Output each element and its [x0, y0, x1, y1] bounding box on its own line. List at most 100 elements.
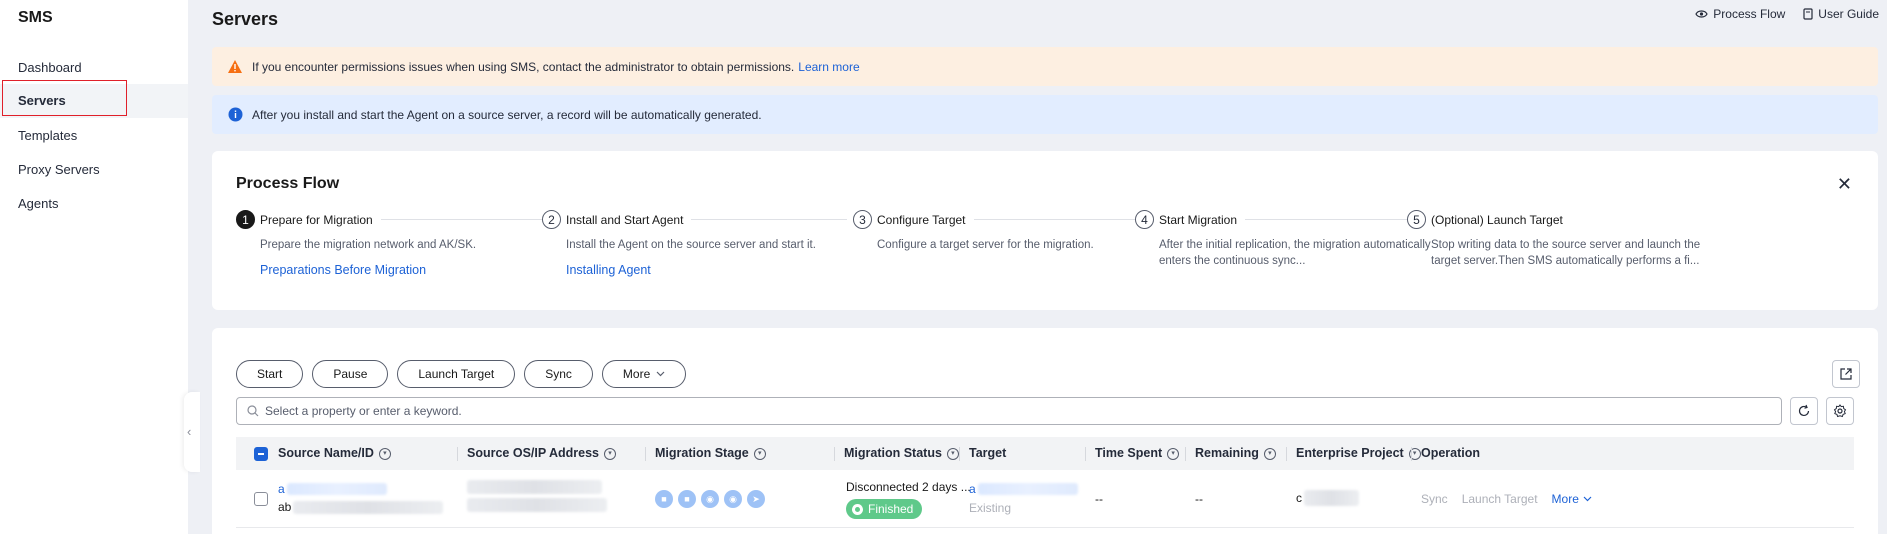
- step-label: Install and Start Agent: [566, 212, 684, 227]
- pause-button[interactable]: Pause: [312, 360, 389, 388]
- flow-step-4: 4 Start Migration After the initial repl…: [1135, 210, 1434, 269]
- stage-configure-icon: ◉: [701, 490, 719, 508]
- column-target: Target: [959, 437, 1007, 470]
- target-link[interactable]: a: [969, 482, 976, 496]
- start-button[interactable]: Start: [236, 360, 304, 388]
- column-label: Time Spent: [1095, 446, 1163, 460]
- step-connector: [1245, 219, 1412, 220]
- column-enterprise-project[interactable]: Enterprise Project ▾: [1286, 437, 1421, 470]
- user-guide-label: User Guide: [1818, 7, 1879, 21]
- user-guide-link[interactable]: User Guide: [1803, 7, 1879, 21]
- redacted-project: [1304, 490, 1359, 506]
- source-name-link[interactable]: a: [278, 482, 285, 496]
- sort-icon[interactable]: ▾: [753, 447, 766, 460]
- export-button[interactable]: [1832, 360, 1860, 388]
- table-header: Source Name/ID ▾ Source OS/IP Address ▾ …: [236, 437, 1854, 470]
- column-divider: [1411, 447, 1412, 461]
- enterprise-project-cell: c: [1296, 490, 1359, 506]
- sidebar-item-dashboard[interactable]: Dashboard: [0, 51, 188, 85]
- source-os-cell: [467, 480, 607, 512]
- step-number: 5: [1407, 210, 1426, 229]
- sidebar-item-agents[interactable]: Agents: [0, 187, 188, 221]
- source-id-text: ab: [278, 500, 292, 514]
- stage-progress: ■ ■ ◉ ◉ ➤: [655, 490, 765, 508]
- launch-target-button[interactable]: Launch Target: [397, 360, 516, 388]
- learn-more-link[interactable]: Learn more: [798, 60, 859, 74]
- step-description: After the initial replication, the migra…: [1159, 239, 1431, 267]
- sidebar-brand: SMS: [18, 9, 53, 26]
- step-number: 4: [1135, 210, 1154, 229]
- table-settings-button[interactable]: [1826, 397, 1854, 425]
- info-text: After you install and start the Agent on…: [252, 107, 762, 122]
- step-label: Configure Target: [877, 212, 966, 227]
- flow-step-5: 5 (Optional) Launch Target Stop writing …: [1407, 210, 1706, 269]
- sidebar: SMS Dashboard Servers Templates Proxy Se…: [0, 0, 188, 534]
- column-time-spent[interactable]: Time Spent ▾: [1085, 437, 1180, 470]
- search-input[interactable]: [265, 404, 1781, 418]
- sidebar-item-proxy-servers[interactable]: Proxy Servers: [0, 153, 188, 187]
- row-sync-action[interactable]: Sync: [1421, 492, 1448, 506]
- book-icon: [1803, 8, 1813, 20]
- more-button[interactable]: More: [601, 360, 687, 388]
- redacted-target: [977, 483, 1078, 495]
- sidebar-collapse-handle[interactable]: ‹: [184, 392, 200, 472]
- warning-icon: [227, 59, 243, 75]
- column-migration-stage[interactable]: Migration Stage ▾: [645, 437, 766, 470]
- enterprise-project-text: c: [1296, 491, 1302, 505]
- chevron-down-icon: [1583, 496, 1592, 502]
- column-divider: [959, 447, 960, 461]
- row-more-label: More: [1551, 492, 1579, 506]
- step-connector: [380, 219, 545, 220]
- export-icon: [1840, 368, 1852, 380]
- step-label: (Optional) Launch Target: [1431, 212, 1563, 227]
- info-icon: [227, 107, 243, 123]
- step-number: 1: [236, 210, 255, 229]
- eye-icon: [1695, 10, 1708, 18]
- status-text: Disconnected 2 days ...: [846, 480, 971, 494]
- column-label: Migration Status: [844, 446, 942, 460]
- process-flow-title: Process Flow: [236, 175, 340, 192]
- row-launch-target-action[interactable]: Launch Target: [1462, 492, 1538, 506]
- column-label: Operation: [1421, 446, 1481, 460]
- process-flow-card: Process Flow ✕ 1 Prepare for Migration P…: [212, 151, 1878, 310]
- sidebar-item-templates[interactable]: Templates: [0, 119, 188, 153]
- column-source-name[interactable]: Source Name/ID ▾: [278, 437, 391, 470]
- sidebar-item-servers[interactable]: Servers: [0, 84, 188, 118]
- refresh-button[interactable]: [1790, 397, 1818, 425]
- column-divider: [1185, 447, 1186, 461]
- column-source-os[interactable]: Source OS/IP Address ▾: [457, 437, 616, 470]
- warning-text: If you encounter permissions issues when…: [252, 59, 795, 74]
- process-flow-link[interactable]: Process Flow: [1695, 7, 1785, 21]
- step-connector: [691, 219, 848, 220]
- migration-stage-cell: ■ ■ ◉ ◉ ➤: [655, 490, 765, 508]
- column-label: Target: [969, 446, 1007, 460]
- refresh-icon: [1798, 404, 1810, 417]
- redacted-os: [467, 480, 602, 494]
- sort-icon[interactable]: ▾: [378, 447, 391, 460]
- step-description: Stop writing data to the source server a…: [1431, 239, 1701, 267]
- sort-icon[interactable]: ▾: [1167, 447, 1180, 460]
- stage-migrate-icon: ◉: [724, 490, 742, 508]
- column-migration-status[interactable]: Migration Status ▾: [834, 437, 959, 470]
- search-bar[interactable]: [236, 397, 1782, 425]
- step-description: Install the Agent on the source server a…: [566, 239, 816, 251]
- chevron-left-icon: ‹: [187, 424, 192, 439]
- column-remaining[interactable]: Remaining ▾: [1185, 437, 1276, 470]
- column-divider: [457, 447, 458, 461]
- row-more-action[interactable]: More: [1552, 492, 1592, 506]
- more-label: More: [622, 367, 651, 381]
- column-label: Source OS/IP Address: [467, 446, 599, 460]
- process-flow-label: Process Flow: [1713, 7, 1786, 21]
- sort-icon[interactable]: ▾: [946, 447, 959, 460]
- sync-button[interactable]: Sync: [524, 360, 593, 388]
- sort-icon[interactable]: ▾: [604, 447, 616, 460]
- installing-agent-link[interactable]: Installing Agent: [566, 263, 847, 277]
- redacted-ip: [467, 498, 607, 512]
- sort-icon[interactable]: ▾: [1263, 447, 1276, 460]
- select-all-checkbox[interactable]: [254, 437, 268, 470]
- stage-install-icon: ■: [678, 490, 696, 508]
- preparations-link[interactable]: Preparations Before Migration: [260, 263, 545, 277]
- row-checkbox[interactable]: [254, 492, 268, 509]
- action-toolbar: Start Pause Launch Target Sync More: [236, 360, 687, 388]
- close-icon[interactable]: ✕: [1837, 175, 1852, 193]
